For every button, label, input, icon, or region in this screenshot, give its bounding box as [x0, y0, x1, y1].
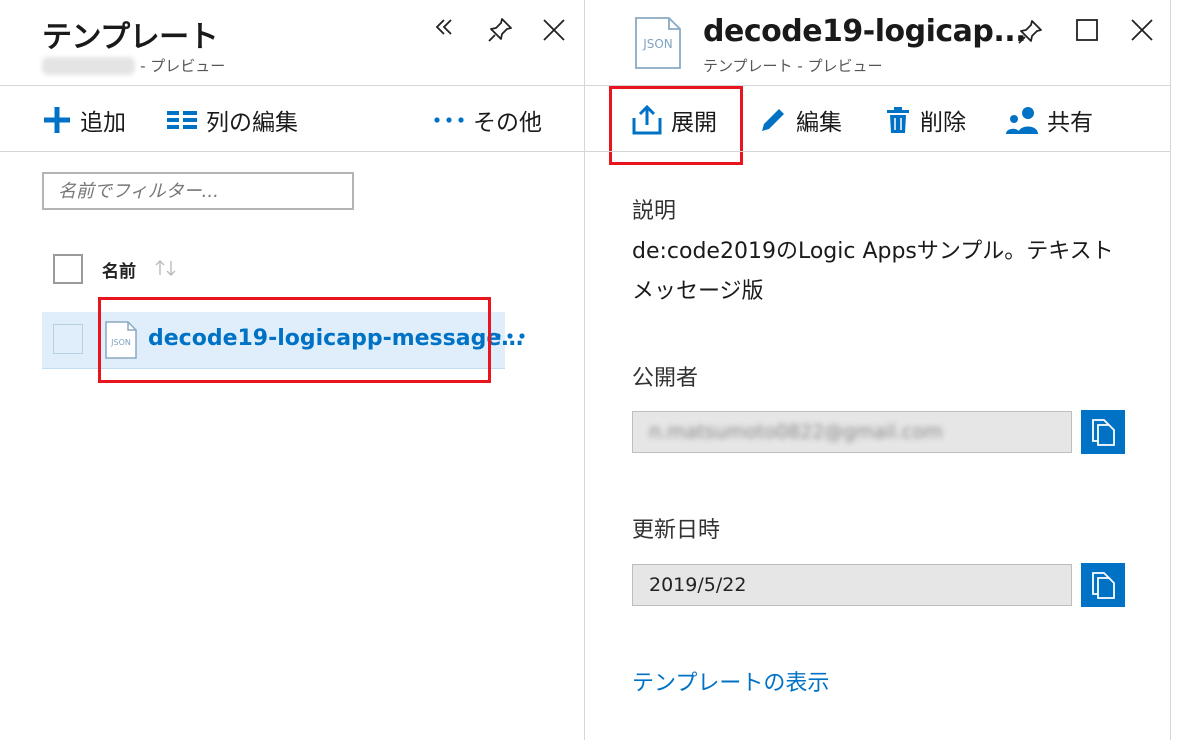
blade-edge	[1170, 0, 1171, 740]
maximize-icon[interactable]	[1075, 18, 1099, 46]
blade-title: decode19-logicap...	[703, 14, 1027, 49]
blade-title: テンプレート	[42, 20, 219, 55]
edit-label: 編集	[796, 110, 842, 136]
json-icon-label: JSON	[110, 338, 131, 347]
select-all-checkbox[interactable]	[53, 254, 83, 284]
json-file-icon: JSON	[633, 16, 683, 74]
sort-icon[interactable]	[154, 258, 178, 282]
template-detail-blade: JSON decode19-logicap... テンプレート - プレビュー …	[585, 0, 1170, 740]
deploy-label: 展開	[671, 110, 717, 136]
close-icon[interactable]	[1130, 18, 1154, 46]
columns-icon	[166, 105, 198, 135]
pin-icon[interactable]	[486, 16, 514, 48]
json-icon-label: JSON	[642, 37, 673, 51]
blade-subtitle: owner-name - プレビュー	[42, 55, 225, 76]
collapse-icon[interactable]	[433, 16, 455, 42]
updated-value: 2019/5/22	[649, 574, 747, 596]
more-button[interactable]: その他	[433, 103, 542, 137]
copy-icon	[1092, 572, 1115, 599]
divider	[585, 85, 1170, 86]
blurred-owner: owner-name	[42, 57, 136, 75]
divider	[0, 85, 584, 86]
delete-button[interactable]: 削除	[884, 103, 966, 137]
add-button[interactable]: 追加	[42, 103, 126, 137]
row-more-icon[interactable]	[493, 326, 527, 350]
divider	[0, 151, 584, 152]
deploy-button[interactable]: 展開	[631, 103, 717, 137]
copy-icon	[1092, 419, 1115, 446]
ellipsis-icon	[433, 105, 465, 135]
plus-icon	[42, 105, 72, 135]
blade-subtitle-suffix: - プレビュー	[135, 57, 226, 75]
json-file-icon: JSON	[104, 321, 138, 363]
template-name-link[interactable]: decode19-logicapp-message…	[148, 326, 523, 351]
description-text: de:code2019のLogic Appsサンプル。テキストメッセージ版	[632, 239, 1114, 304]
upload-icon	[631, 104, 663, 136]
copy-updated-button[interactable]	[1081, 563, 1125, 607]
edit-columns-label: 列の編集	[206, 110, 298, 136]
share-button[interactable]: 共有	[1005, 103, 1093, 137]
divider	[585, 151, 1170, 152]
delete-label: 削除	[920, 110, 966, 136]
filter-input[interactable]	[42, 172, 354, 210]
share-label: 共有	[1047, 110, 1093, 136]
add-label: 追加	[80, 110, 126, 136]
row-checkbox[interactable]	[53, 324, 83, 354]
updated-label: 更新日時	[632, 518, 721, 543]
blade-subtitle: テンプレート - プレビュー	[703, 57, 883, 75]
close-icon[interactable]	[542, 18, 566, 46]
copy-publisher-button[interactable]	[1081, 410, 1125, 454]
column-header-name[interactable]: 名前	[102, 257, 136, 282]
publisher-value: n.matsumoto0822@gmail.com	[649, 421, 943, 443]
pin-icon[interactable]	[1016, 18, 1044, 50]
edit-button[interactable]: 編集	[758, 103, 842, 137]
edit-columns-button[interactable]: 列の編集	[166, 103, 298, 137]
pencil-icon	[758, 105, 788, 135]
description-label: 説明	[632, 199, 677, 224]
table-row[interactable]: JSON decode19-logicapp-message…	[42, 312, 523, 369]
view-template-link[interactable]: テンプレートの表示	[632, 665, 829, 697]
publisher-field: n.matsumoto0822@gmail.com	[632, 411, 1072, 453]
publisher-label: 公開者	[632, 366, 699, 391]
users-icon	[1005, 105, 1039, 135]
updated-field: 2019/5/22	[632, 564, 1072, 606]
more-label: その他	[473, 110, 542, 136]
trash-icon	[884, 105, 912, 135]
templates-blade: テンプレート owner-name - プレビュー 追加 列の編集	[0, 0, 584, 740]
